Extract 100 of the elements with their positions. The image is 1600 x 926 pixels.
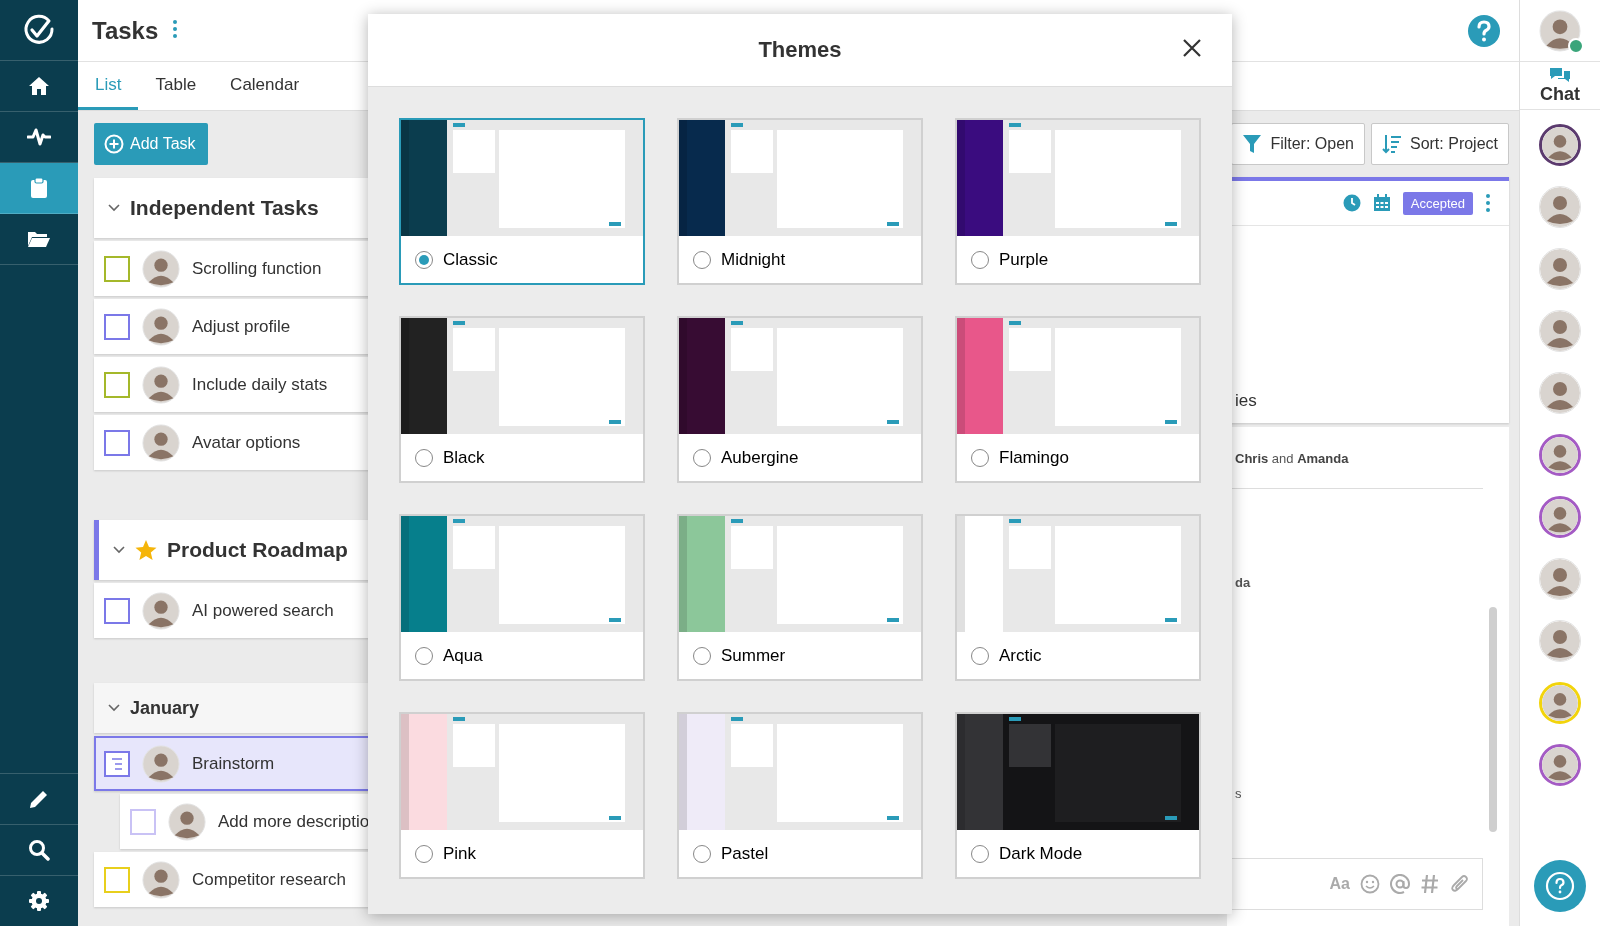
chevron-icon[interactable] — [108, 704, 120, 712]
clock-icon[interactable] — [1342, 194, 1361, 212]
smiley-icon[interactable] — [1360, 874, 1380, 894]
section-title: January — [130, 697, 200, 719]
checkbox[interactable] — [104, 313, 130, 340]
status-badge[interactable]: Accepted — [1402, 191, 1473, 215]
more-icon[interactable] — [172, 18, 179, 39]
members-text: Chris and Amanda — [1234, 450, 1350, 466]
avatar — [142, 423, 180, 462]
radio-button[interactable] — [415, 646, 433, 665]
task-title: Avatar options — [192, 432, 301, 453]
theme-name: Purple — [999, 249, 1049, 270]
theme-name: Dark Mode — [999, 843, 1083, 864]
section-title: Independent Tasks — [130, 196, 319, 220]
contact-avatar[interactable] — [1539, 434, 1581, 476]
radio-button[interactable] — [693, 250, 711, 269]
at-sign-icon[interactable] — [1390, 874, 1410, 894]
theme-name: Summer — [721, 645, 786, 666]
settings-icon — [28, 890, 50, 912]
calendar-icon[interactable] — [1372, 194, 1391, 212]
task-title: Include daily stats — [192, 374, 328, 395]
checkbox[interactable] — [104, 866, 130, 893]
theme-name: Classic — [443, 249, 498, 270]
logo-icon[interactable] — [22, 13, 56, 47]
avatar — [142, 744, 180, 783]
chat-button[interactable]: Chat — [1520, 62, 1600, 110]
scrollbar[interactable] — [1489, 607, 1497, 832]
theme-card[interactable]: Summer — [677, 514, 923, 681]
task-title: Scrolling function — [192, 258, 322, 279]
radio-button[interactable] — [971, 844, 989, 863]
avatar — [1539, 9, 1581, 52]
help-icon[interactable] — [1467, 13, 1501, 48]
avatar — [142, 860, 180, 899]
pulse-icon — [27, 128, 51, 146]
sort-button[interactable]: Sort: Project — [1370, 123, 1509, 165]
theme-card[interactable]: Midnight — [677, 118, 923, 285]
avatar — [168, 802, 206, 841]
theme-card[interactable]: Black — [399, 316, 645, 483]
checkbox[interactable] — [104, 255, 130, 282]
checkbox[interactable] — [130, 808, 156, 835]
tab[interactable]: Calendar — [213, 62, 317, 110]
radio-button[interactable] — [971, 250, 989, 269]
theme-card[interactable]: Pastel — [677, 712, 923, 879]
page-title: Tasks — [92, 16, 159, 45]
star-icon[interactable] — [135, 539, 157, 561]
task-title: Competitor research — [192, 869, 346, 890]
home-icon — [28, 76, 50, 96]
theme-card[interactable]: Aubergine — [677, 316, 923, 483]
contact-avatar[interactable] — [1539, 124, 1581, 166]
theme-card[interactable]: Flamingo — [955, 316, 1201, 483]
paperclip-icon[interactable] — [1450, 874, 1470, 894]
hash-icon[interactable] — [1420, 874, 1440, 894]
filter-icon — [1242, 134, 1263, 154]
plus-icon — [104, 134, 124, 154]
activity-text: da — [1234, 575, 1252, 590]
contact-avatar[interactable] — [1539, 496, 1581, 538]
chat-icon — [1548, 66, 1572, 84]
radio-button[interactable] — [415, 844, 433, 863]
theme-card[interactable]: Dark Mode — [955, 712, 1201, 879]
radio-button[interactable] — [693, 844, 711, 863]
theme-card[interactable]: Pink — [399, 712, 645, 879]
checkbox[interactable] — [104, 371, 130, 398]
radio-button[interactable] — [971, 646, 989, 665]
theme-name: Black — [443, 447, 485, 468]
theme-name: Midnight — [721, 249, 786, 270]
pencil-icon — [28, 788, 50, 810]
section-title: Product Roadmap — [167, 538, 348, 562]
description-text: ies — [1234, 391, 1258, 411]
theme-card[interactable]: Purple — [955, 118, 1201, 285]
note-icon[interactable] — [104, 750, 130, 777]
checkbox[interactable] — [104, 597, 130, 624]
checkbox[interactable] — [104, 429, 130, 456]
theme-name: Pink — [443, 843, 477, 864]
radio-button[interactable] — [693, 448, 711, 467]
radio-button[interactable] — [971, 448, 989, 467]
filter-button[interactable]: Filter: Open — [1231, 123, 1365, 165]
radio-button[interactable] — [415, 250, 433, 269]
folder-icon — [27, 230, 51, 248]
close-button[interactable] — [1182, 38, 1202, 58]
help-button[interactable] — [1534, 860, 1586, 912]
theme-name: Pastel — [721, 843, 769, 864]
theme-card[interactable]: Classic — [399, 118, 645, 285]
radio-button[interactable] — [693, 646, 711, 665]
contact-avatar[interactable] — [1539, 744, 1581, 786]
radio-button[interactable] — [415, 448, 433, 467]
more-icon[interactable] — [1485, 193, 1491, 213]
clipboard-icon — [30, 177, 48, 199]
tab[interactable]: Table — [138, 62, 214, 110]
dialog-title: Themes — [758, 37, 842, 63]
sort-icon — [1381, 134, 1402, 154]
avatar — [142, 249, 180, 288]
theme-name: Aubergine — [721, 447, 799, 468]
avatar — [142, 365, 180, 404]
chevron-icon[interactable] — [113, 546, 125, 554]
theme-card[interactable]: Aqua — [399, 514, 645, 681]
chevron-icon[interactable] — [108, 204, 120, 212]
task-title: Add more descriptio — [218, 811, 370, 832]
theme-card[interactable]: Arctic — [955, 514, 1201, 681]
avatar — [142, 591, 180, 630]
comment-text: s — [1234, 786, 1243, 801]
